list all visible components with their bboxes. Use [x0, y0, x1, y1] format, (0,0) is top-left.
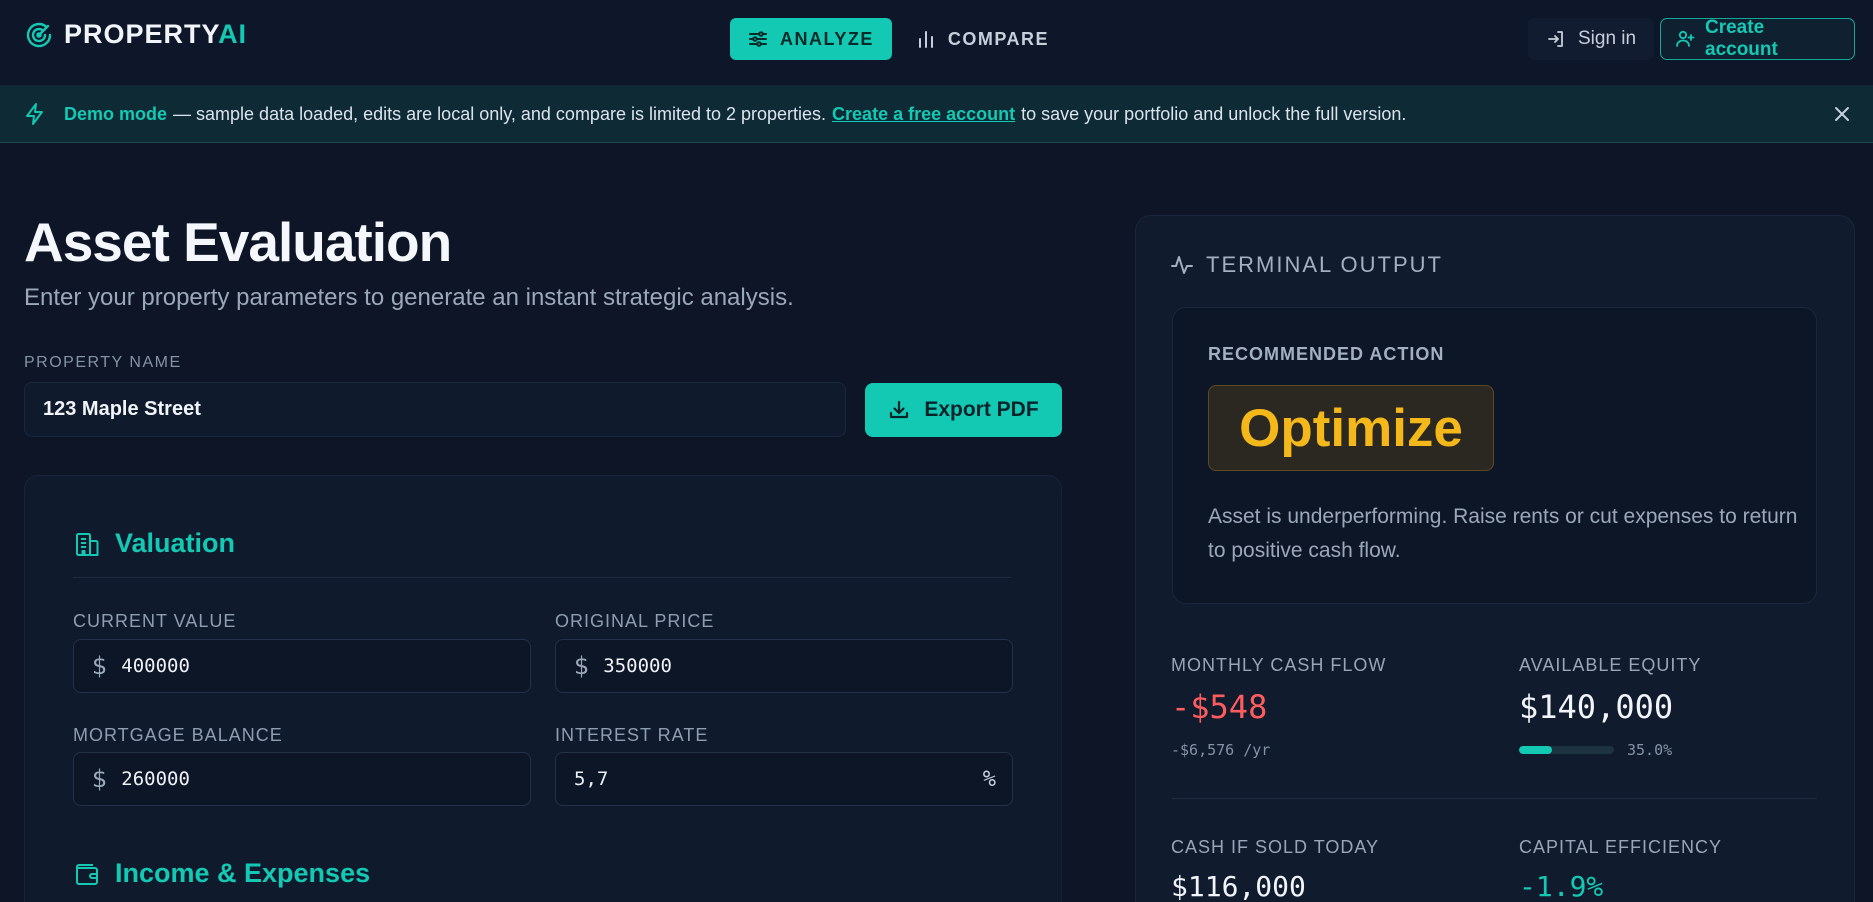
export-pdf-button[interactable]: Export PDF: [865, 383, 1062, 437]
main-nav: ANALYZE COMPARE: [730, 18, 1067, 60]
terminal-output-title: TERMINAL OUTPUT: [1206, 252, 1443, 277]
interest-rate-label: INTEREST RATE: [555, 725, 709, 745]
current-value-input[interactable]: 400000: [121, 655, 190, 677]
equity-progress-fill: [1519, 746, 1553, 754]
available-equity-value: $140,000: [1519, 688, 1674, 726]
page-title: Asset Evaluation: [24, 211, 452, 273]
activity-icon: [1170, 253, 1194, 277]
banner-text: — sample data loaded, edits are local on…: [173, 103, 827, 124]
demo-mode-label: Demo mode: [64, 103, 168, 124]
sign-in-button[interactable]: Sign in: [1528, 18, 1655, 60]
bar-chart-icon: [916, 29, 936, 49]
close-icon[interactable]: [1831, 103, 1853, 125]
recommended-action-label: RECOMMENDED ACTION: [1208, 344, 1445, 364]
interest-rate-input[interactable]: 5,7: [574, 768, 608, 790]
dollar-icon: $: [92, 652, 108, 680]
original-price-label: ORIGINAL PRICE: [555, 611, 715, 631]
tab-compare-label: COMPARE: [947, 28, 1050, 49]
equity-percent: 35.0%: [1627, 741, 1673, 759]
original-price-input[interactable]: 350000: [603, 655, 672, 677]
banner-text-after: to save your portfolio and unlock the fu…: [1021, 103, 1407, 124]
current-value-field[interactable]: $ 400000: [73, 639, 531, 693]
wallet-icon: [73, 860, 101, 888]
income-expenses-title: Income & Expenses: [115, 858, 371, 888]
cash-if-sold-value: $116,000: [1171, 870, 1306, 902]
export-pdf-label: Export PDF: [924, 398, 1039, 421]
sign-in-label: Sign in: [1578, 28, 1637, 49]
available-equity-label: AVAILABLE EQUITY: [1519, 655, 1702, 675]
logo[interactable]: PROPERTYAI: [24, 19, 247, 50]
valuation-heading: Valuation: [73, 528, 235, 559]
tab-analyze-label: ANALYZE: [780, 28, 874, 49]
monthly-cash-flow-label: MONTHLY CASH FLOW: [1171, 655, 1387, 675]
percent-icon: %: [982, 766, 996, 792]
original-price-field[interactable]: $ 350000: [555, 639, 1013, 693]
download-icon: [888, 399, 910, 421]
capital-efficiency-value: -1.9%: [1519, 870, 1604, 902]
radar-logo-icon: [24, 20, 54, 50]
mortgage-balance-input[interactable]: 260000: [121, 768, 190, 790]
recommendation-badge: Optimize: [1208, 385, 1494, 471]
metrics-divider: [1172, 798, 1817, 799]
section-divider: [73, 577, 1011, 578]
cash-if-sold-label: CASH IF SOLD TODAY: [1171, 837, 1380, 857]
building-icon: [73, 530, 101, 558]
logo-text: PROPERTYAI: [64, 19, 248, 49]
equity-progress-bar: [1519, 746, 1614, 754]
create-free-account-link[interactable]: Create a free account: [832, 104, 1015, 125]
property-name-label: PROPERTY NAME: [24, 354, 182, 371]
page-subtitle: Enter your property parameters to genera…: [24, 284, 794, 311]
income-expenses-heading: Income & Expenses: [73, 858, 370, 889]
current-value-label: CURRENT VALUE: [73, 611, 237, 631]
capital-efficiency-label: CAPITAL EFFICIENCY: [1519, 837, 1723, 857]
login-icon: [1546, 29, 1566, 49]
demo-banner: Demo mode — sample data loaded, edits ar…: [0, 86, 1873, 143]
tab-analyze[interactable]: ANALYZE: [730, 18, 892, 60]
tab-compare[interactable]: COMPARE: [898, 18, 1067, 60]
terminal-output-heading: TERMINAL OUTPUT: [1170, 252, 1443, 278]
create-account-label: Create account: [1705, 17, 1778, 60]
recommendation-description: Asset is underperforming. Raise rents or…: [1208, 505, 1798, 562]
dollar-icon: $: [574, 652, 590, 680]
mortgage-balance-label: MORTGAGE BALANCE: [73, 725, 283, 745]
sliders-icon: [748, 29, 768, 49]
property-name-input[interactable]: 123 Maple Street: [24, 382, 846, 437]
user-plus-icon: [1675, 29, 1695, 49]
lightning-icon: [24, 102, 46, 126]
annual-cash-flow-value: -$6,576 /yr: [1171, 741, 1271, 759]
create-account-button[interactable]: Create account: [1660, 17, 1855, 60]
interest-rate-field[interactable]: 5,7 %: [555, 752, 1013, 806]
top-header: PROPERTYAI ANALYZE COMPARE Sign in Creat…: [0, 0, 1873, 86]
dollar-icon: $: [92, 765, 108, 793]
monthly-cash-flow-value: -$548: [1171, 688, 1268, 726]
mortgage-balance-field[interactable]: $ 260000: [73, 752, 531, 806]
valuation-title: Valuation: [115, 528, 236, 558]
